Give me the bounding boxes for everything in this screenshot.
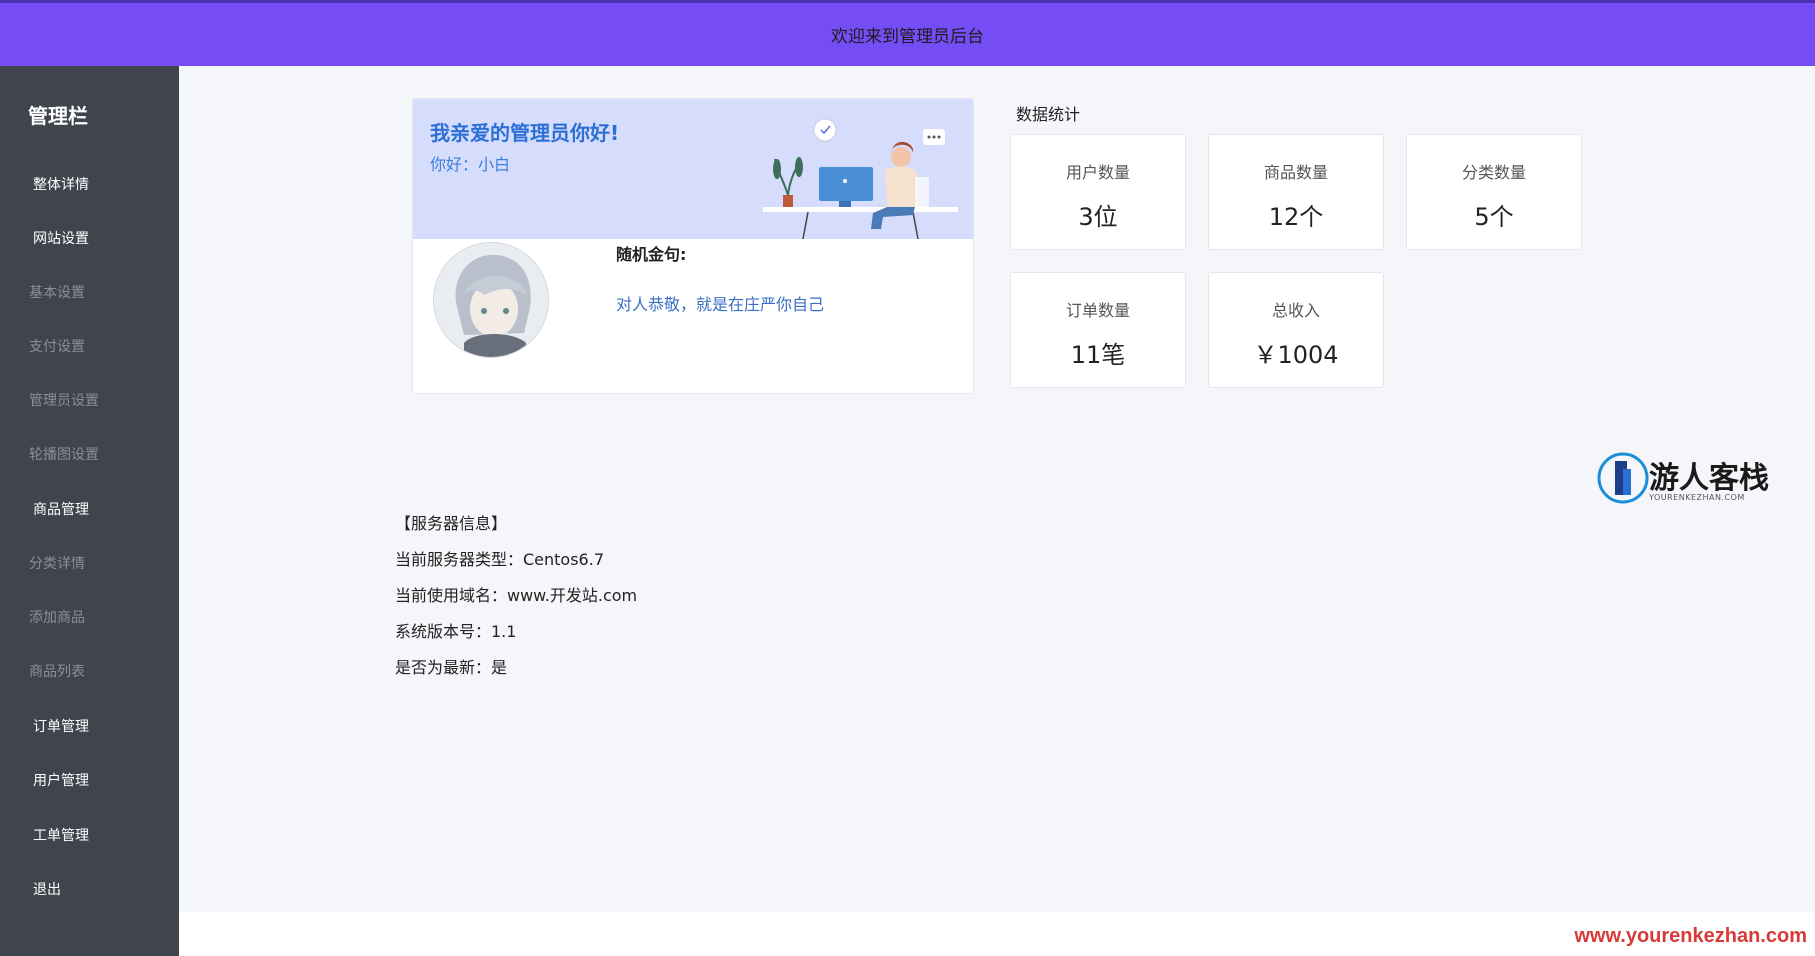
sidebar-title: 管理栏 bbox=[28, 104, 88, 128]
welcome-greeting: 你好：小白 bbox=[430, 155, 511, 174]
server-info-heading: 【服务器信息】 bbox=[395, 514, 508, 533]
stats-title: 数据统计 bbox=[1016, 105, 1081, 124]
stat-value: ￥1004 bbox=[1253, 341, 1339, 369]
sidebar-item-basic-settings[interactable]: 基本设置 bbox=[29, 282, 85, 302]
sidebar-item-product-list[interactable]: 商品列表 bbox=[29, 661, 85, 681]
sidebar-item-product-management[interactable]: 商品管理 bbox=[33, 499, 89, 519]
main-content: 我亲爱的管理员你好! 你好：小白 随机金句: 对人恭敬，就是在庄严你自己 数据统… bbox=[179, 66, 1815, 912]
quote-label: 随机金句: bbox=[616, 245, 687, 264]
stat-value: 12个 bbox=[1268, 203, 1324, 231]
header-title: 欢迎来到管理员后台 bbox=[831, 27, 984, 47]
stat-card-orders: 订单数量 11笔 bbox=[1010, 272, 1186, 388]
brand-watermark: 游人客栈 YOURENKEZHAN.COM bbox=[1597, 451, 1787, 511]
stat-card-revenue: 总收入 ￥1004 bbox=[1208, 272, 1384, 388]
quote-text: 对人恭敬，就是在庄严你自己 bbox=[616, 295, 825, 314]
server-latest-line: 是否为最新：是 bbox=[395, 658, 508, 677]
sidebar-item-logout[interactable]: 退出 bbox=[33, 879, 61, 899]
sidebar-item-user-management[interactable]: 用户管理 bbox=[33, 770, 89, 790]
welcome-card: 我亲爱的管理员你好! 你好：小白 随机金句: 对人恭敬，就是在庄严你自己 bbox=[412, 98, 974, 394]
sidebar-item-ticket-management[interactable]: 工单管理 bbox=[33, 825, 89, 845]
sidebar-item-site-settings[interactable]: 网站设置 bbox=[33, 228, 89, 248]
sidebar-item-overview[interactable]: 整体详情 bbox=[33, 174, 89, 194]
sidebar-item-category-details[interactable]: 分类详情 bbox=[29, 553, 85, 573]
sidebar: 管理栏 整体详情 网站设置 基本设置 支付设置 管理员设置 轮播图设置 商品管理… bbox=[0, 66, 179, 956]
stat-label: 总收入 bbox=[1271, 301, 1320, 320]
server-type-line: 当前服务器类型：Centos6.7 bbox=[395, 550, 605, 569]
top-header: 欢迎来到管理员后台 bbox=[0, 0, 1815, 66]
sidebar-item-admin-settings[interactable]: 管理员设置 bbox=[29, 390, 99, 410]
stat-value: 11笔 bbox=[1070, 341, 1126, 369]
stat-label: 商品数量 bbox=[1263, 163, 1328, 182]
brand-sub: YOURENKEZHAN.COM bbox=[1649, 493, 1745, 502]
sidebar-item-order-management[interactable]: 订单管理 bbox=[33, 716, 89, 736]
server-version-line: 系统版本号：1.1 bbox=[395, 622, 517, 641]
stat-value: 5个 bbox=[1474, 203, 1514, 231]
stat-card-users: 用户数量 3位 bbox=[1010, 134, 1186, 250]
avatar bbox=[433, 242, 549, 358]
server-domain-line: 当前使用域名：www.开发站.com bbox=[395, 586, 638, 605]
brand-logo-icon bbox=[1597, 452, 1649, 504]
stat-label: 分类数量 bbox=[1461, 163, 1526, 182]
stat-card-categories: 分类数量 5个 bbox=[1406, 134, 1582, 250]
office-illustration-icon bbox=[763, 118, 958, 239]
footer-watermark-url: www.yourenkezhan.com bbox=[1574, 925, 1807, 947]
sidebar-item-add-product[interactable]: 添加商品 bbox=[29, 607, 85, 627]
welcome-heading: 我亲爱的管理员你好! bbox=[430, 121, 620, 145]
server-info: 【服务器信息】 当前服务器类型：Centos6.7 当前使用域名：www.开发站… bbox=[395, 506, 637, 686]
welcome-banner: 我亲爱的管理员你好! 你好：小白 bbox=[413, 99, 973, 239]
brand-name: 游人客栈 bbox=[1649, 461, 1769, 496]
stat-value: 3位 bbox=[1078, 203, 1118, 231]
sidebar-item-payment-settings[interactable]: 支付设置 bbox=[29, 336, 85, 356]
stat-card-products: 商品数量 12个 bbox=[1208, 134, 1384, 250]
stat-label: 订单数量 bbox=[1065, 301, 1130, 320]
sidebar-item-carousel-settings[interactable]: 轮播图设置 bbox=[29, 444, 99, 464]
stat-label: 用户数量 bbox=[1065, 163, 1130, 182]
anime-avatar-icon bbox=[434, 243, 548, 357]
